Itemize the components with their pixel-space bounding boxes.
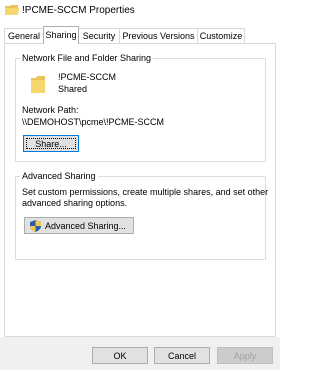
uac-shield-icon	[30, 220, 41, 232]
tab-general[interactable]: General	[4, 28, 44, 43]
network-path-label: Network Path:	[22, 105, 79, 115]
cancel-button[interactable]: Cancel	[154, 347, 210, 364]
focus-ring	[26, 138, 76, 149]
advanced-sharing-button-label: Advanced Sharing...	[45, 220, 127, 231]
tab-strip: General Sharing Security Previous Versio…	[4, 26, 276, 44]
network-sharing-group-label: Network File and Folder Sharing	[20, 53, 154, 63]
advanced-sharing-description-line1: Set custom permissions, create multiple …	[22, 187, 269, 197]
advanced-sharing-button[interactable]: Advanced Sharing...	[24, 217, 134, 234]
dialog-footer: OK Cancel Apply	[0, 337, 280, 370]
advanced-sharing-description-line2: advanced sharing options.	[22, 198, 128, 208]
ok-button[interactable]: OK	[92, 347, 148, 364]
window-title: !PCME-SCCM Properties	[22, 5, 135, 16]
share-button[interactable]: Share...	[23, 135, 79, 152]
tab-content-panel: Network File and Folder Sharing !PCME-SC…	[4, 43, 276, 337]
folder-icon	[5, 5, 19, 15]
network-sharing-group: Network File and Folder Sharing !PCME-SC…	[15, 53, 266, 162]
tab-previous-versions[interactable]: Previous Versions	[119, 28, 198, 43]
share-status: Shared	[58, 84, 88, 94]
tab-customize[interactable]: Customize	[197, 28, 245, 43]
network-path-value: \\DEMOHOST\pcme\!PCME-SCCM	[22, 117, 165, 127]
folder-name: !PCME-SCCM	[58, 72, 116, 82]
tab-security[interactable]: Security	[78, 28, 120, 43]
title-bar[interactable]: !PCME-SCCM Properties	[0, 0, 280, 22]
folder-icon	[31, 76, 45, 93]
advanced-sharing-group: Advanced Sharing Set custom permissions,…	[15, 171, 269, 260]
advanced-sharing-group-label: Advanced Sharing	[20, 171, 98, 181]
tab-sharing[interactable]: Sharing	[43, 26, 79, 44]
apply-button[interactable]: Apply	[217, 347, 273, 364]
